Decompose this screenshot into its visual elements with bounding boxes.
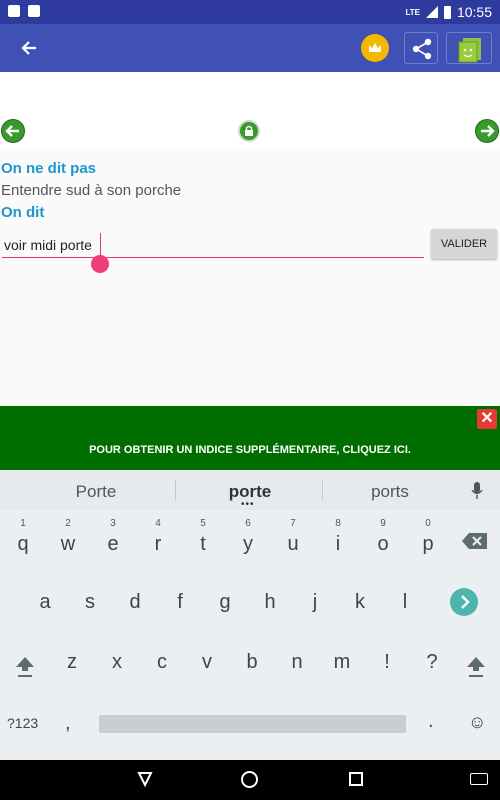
validate-button[interactable]: VALIDER: [431, 229, 497, 259]
puzzle-content: On ne dit pas Entendre sud à son porche …: [0, 148, 500, 406]
key-i[interactable]: 8i: [318, 518, 358, 568]
arrow-left-icon: [5, 125, 19, 137]
key-y[interactable]: 6y: [228, 518, 268, 568]
key-j[interactable]: j: [295, 578, 335, 626]
key-comma[interactable]: ,: [65, 712, 71, 735]
key-h[interactable]: h: [250, 578, 290, 626]
key-s[interactable]: s: [70, 578, 110, 626]
notification-icon: [8, 5, 20, 17]
backspace-icon[interactable]: [460, 530, 490, 552]
emoji-key[interactable]: ☺: [468, 712, 486, 733]
key-p[interactable]: 0p: [408, 518, 448, 568]
previous-puzzle-button[interactable]: [1, 119, 25, 143]
shift-icon[interactable]: [464, 654, 488, 678]
space-key[interactable]: [99, 715, 406, 733]
app-bar: [0, 24, 500, 72]
hint-banner[interactable]: ✕ POUR OBTENIR UN INDICE SUPPLÉMENTAIRE,…: [0, 406, 500, 470]
cursor-handle[interactable]: [91, 255, 109, 273]
key-period[interactable]: .: [428, 710, 434, 733]
key-f[interactable]: f: [160, 578, 200, 626]
puzzle-navigation: [0, 72, 500, 148]
network-type: LTE: [405, 7, 420, 17]
key-m[interactable]: m: [322, 638, 362, 686]
key-q[interactable]: 1q: [3, 518, 43, 568]
key-b[interactable]: b: [232, 638, 272, 686]
key-n[interactable]: n: [277, 638, 317, 686]
signal-icon: [425, 6, 438, 18]
key-g[interactable]: g: [205, 578, 245, 626]
key-v[interactable]: v: [187, 638, 227, 686]
suggestion-divider: [175, 480, 176, 500]
enter-key[interactable]: [450, 588, 478, 616]
microphone-icon[interactable]: [470, 480, 484, 502]
key-l[interactable]: l: [385, 578, 425, 626]
key-u[interactable]: 7u: [273, 518, 313, 568]
key-exclamation[interactable]: !: [367, 638, 407, 686]
share-button[interactable]: [404, 32, 438, 64]
system-navigation-bar: [0, 760, 500, 800]
suggestion-1[interactable]: Porte: [26, 482, 166, 502]
key-c[interactable]: c: [142, 638, 182, 686]
lock-icon: [245, 125, 253, 136]
status-bar: LTE 10:55: [0, 0, 500, 24]
clock: 10:55: [456, 4, 492, 20]
text-cursor: [100, 233, 101, 255]
key-z[interactable]: z: [52, 638, 92, 686]
nav-home-icon[interactable]: [241, 771, 258, 788]
back-arrow-icon: [21, 41, 36, 55]
key-d[interactable]: d: [115, 578, 155, 626]
nav-recent-apps-icon[interactable]: [349, 772, 363, 786]
key-r[interactable]: 4r: [138, 518, 178, 568]
crown-icon: [369, 43, 381, 52]
key-t[interactable]: 5t: [183, 518, 223, 568]
arrow-right-icon: [481, 125, 495, 137]
chevron-right-icon: [461, 595, 470, 609]
battery-icon: [443, 5, 451, 19]
hint-text[interactable]: POUR OBTENIR UN INDICE SUPPLÉMENTAIRE, C…: [0, 444, 500, 456]
app-icon: [458, 38, 481, 63]
more-suggestions-icon[interactable]: •••: [241, 499, 255, 510]
key-a[interactable]: a: [25, 578, 65, 626]
close-hint-button[interactable]: ✕: [477, 409, 497, 429]
symbols-key[interactable]: ?123: [7, 715, 38, 731]
next-puzzle-button[interactable]: [475, 119, 499, 143]
wrong-phrase: Entendre sud à son porche: [1, 182, 182, 199]
key-w[interactable]: 2w: [48, 518, 88, 568]
key-o[interactable]: 9o: [363, 518, 403, 568]
nav-back-icon[interactable]: [136, 770, 154, 788]
suggestion-3[interactable]: ports: [320, 482, 460, 502]
premium-button[interactable]: [361, 34, 389, 62]
soft-keyboard: Porte porte ••• ports 1q 2w 3e 4r 5t 6y …: [0, 470, 500, 760]
key-k[interactable]: k: [340, 578, 380, 626]
heading-wrong: On ne dit pas: [1, 160, 97, 177]
lock-button[interactable]: [238, 120, 260, 142]
keyboard-switch-icon[interactable]: [470, 773, 488, 785]
other-apps-button[interactable]: [446, 32, 492, 64]
suggestion-strip: Porte porte ••• ports: [0, 470, 500, 510]
share-icon: [412, 38, 432, 60]
heading-right: On dit: [1, 204, 45, 221]
android-icon: [28, 5, 40, 17]
key-question[interactable]: ?: [412, 638, 452, 686]
back-button[interactable]: [14, 34, 44, 62]
shift-icon[interactable]: [13, 654, 37, 678]
answer-input[interactable]: [2, 232, 424, 258]
key-e[interactable]: 3e: [93, 518, 133, 568]
key-x[interactable]: x: [97, 638, 137, 686]
